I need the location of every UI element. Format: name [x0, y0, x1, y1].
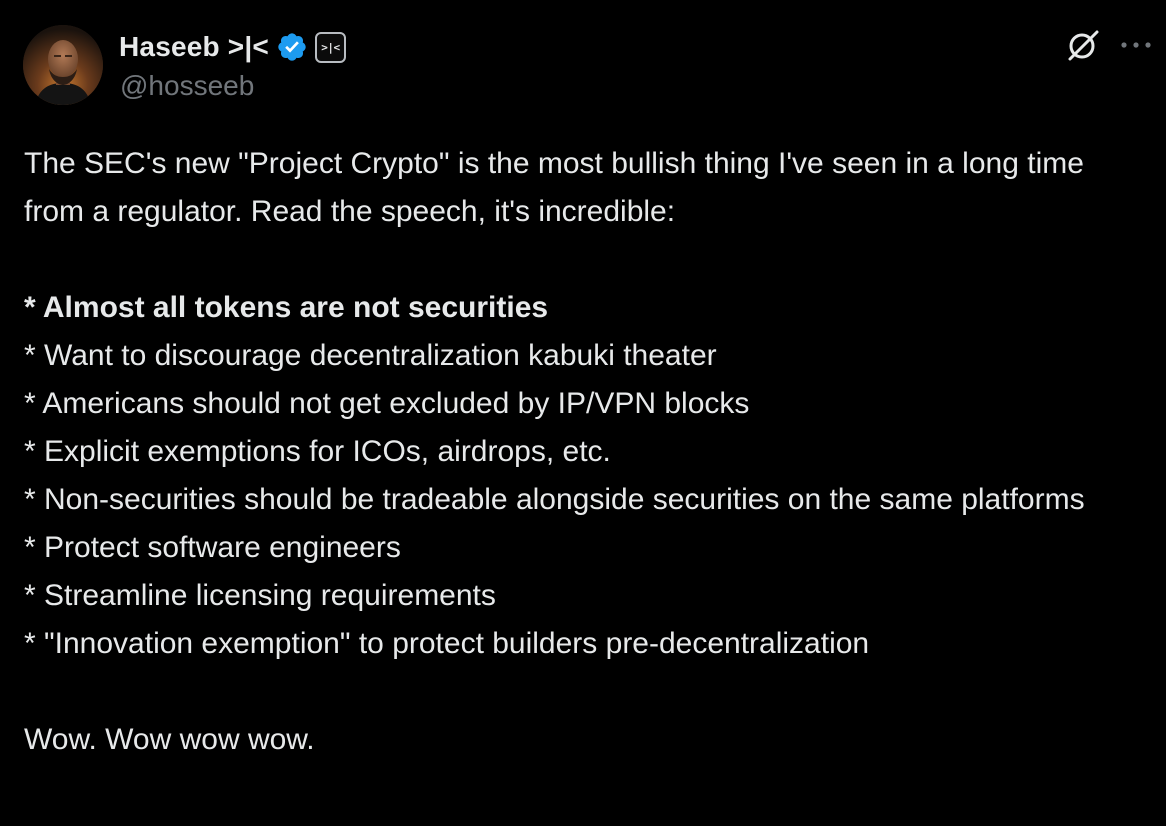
tweet-bullet: * Protect software engineers: [24, 531, 401, 564]
tweet-bullet: * Explicit exemptions for ICOs, airdrops…: [24, 435, 611, 468]
tweet-bullet-list: * Almost all tokens are not securities *…: [24, 284, 1149, 668]
avatar[interactable]: [23, 25, 103, 105]
tweet-bullet: * Americans should not get excluded by I…: [24, 387, 750, 420]
author-handle[interactable]: @hosseeb: [120, 70, 254, 102]
tweet-card: Haseeb >|< >|< @hosseeb The SEC's new "P…: [0, 0, 1166, 826]
tweet-bullet: * "Innovation exemption" to protect buil…: [24, 627, 870, 660]
grok-icon[interactable]: [1066, 28, 1100, 62]
affiliation-badge[interactable]: >|<: [314, 31, 346, 63]
tweet-text: The SEC's new "Project Crypto" is the mo…: [24, 140, 1149, 764]
tweet-intro: The SEC's new "Project Crypto" is the mo…: [24, 147, 1084, 228]
author-name-row: Haseeb >|< >|<: [119, 28, 346, 66]
tweet-outro: Wow. Wow wow wow.: [24, 723, 315, 756]
tweet-bullet: * Almost all tokens are not securities: [24, 291, 549, 324]
tweet-bullet: * Want to discourage decentralization ka…: [24, 339, 717, 372]
tweet-bullet: * Streamline licensing requirements: [24, 579, 496, 612]
tweet-bullet: * Non-securities should be tradeable alo…: [24, 483, 1085, 516]
avatar-image: [23, 25, 103, 105]
more-options-icon[interactable]: [1118, 38, 1154, 52]
verified-badge-icon[interactable]: [276, 31, 308, 63]
author-display-name[interactable]: Haseeb >|<: [119, 31, 269, 63]
